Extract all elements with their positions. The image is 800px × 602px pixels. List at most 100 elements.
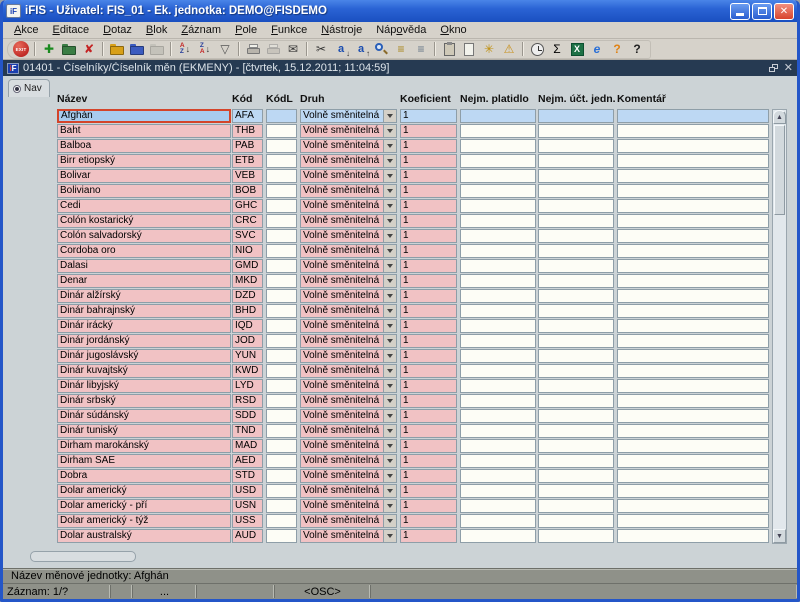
- druh-dropdown-button[interactable]: [383, 485, 396, 497]
- cell-koeficient[interactable]: 1: [400, 214, 457, 228]
- druh-dropdown-button[interactable]: [383, 230, 396, 242]
- cell-komentar[interactable]: [617, 139, 769, 153]
- scroll-down-button[interactable]: ▼: [773, 529, 786, 543]
- druh-dropdown-button[interactable]: [383, 185, 396, 197]
- cell-nejm-uct-jedn[interactable]: [538, 289, 614, 303]
- filter-icon[interactable]: ▽: [215, 41, 235, 58]
- cell-nejm-uct-jedn[interactable]: [538, 229, 614, 243]
- maximize-button[interactable]: [752, 3, 772, 20]
- cell-kodl[interactable]: [266, 424, 297, 438]
- cell-koeficient[interactable]: 1: [400, 229, 457, 243]
- druh-dropdown-button[interactable]: [383, 125, 396, 137]
- druh-combobox[interactable]: Volně směnitelná: [300, 124, 397, 138]
- cell-nejm-uct-jedn[interactable]: [538, 124, 614, 138]
- druh-dropdown-button[interactable]: [383, 275, 396, 287]
- druh-dropdown-button[interactable]: [383, 110, 396, 122]
- cell-kod[interactable]: MKD: [232, 274, 263, 288]
- cell-kodl[interactable]: [266, 394, 297, 408]
- cell-komentar[interactable]: [617, 529, 769, 543]
- cell-kod[interactable]: CRC: [232, 214, 263, 228]
- cell-komentar[interactable]: [617, 274, 769, 288]
- cell-koeficient[interactable]: 1: [400, 529, 457, 543]
- cell-koeficient[interactable]: 1: [400, 139, 457, 153]
- cell-kodl[interactable]: [266, 184, 297, 198]
- cell-nejm-platidlo[interactable]: [460, 289, 536, 303]
- cell-kod[interactable]: BHD: [232, 304, 263, 318]
- druh-combobox[interactable]: Volně směnitelná: [300, 334, 397, 348]
- cell-kodl[interactable]: [266, 379, 297, 393]
- clock-icon[interactable]: [527, 41, 547, 58]
- star-icon[interactable]: ✳: [479, 41, 499, 58]
- druh-combobox[interactable]: Volně směnitelná: [300, 274, 397, 288]
- cell-nejm-platidlo[interactable]: [460, 139, 536, 153]
- cell-kod[interactable]: SVC: [232, 229, 263, 243]
- druh-dropdown-button[interactable]: [383, 155, 396, 167]
- cell-kod[interactable]: THB: [232, 124, 263, 138]
- druh-dropdown-button[interactable]: [383, 215, 396, 227]
- cell-nazev[interactable]: Baht: [57, 124, 231, 138]
- cell-nazev[interactable]: Colón kostarický: [57, 214, 231, 228]
- cell-nejm-uct-jedn[interactable]: [538, 244, 614, 258]
- cell-kodl[interactable]: [266, 499, 297, 513]
- print-icon[interactable]: [243, 41, 263, 58]
- menu-item-akce[interactable]: Akce: [7, 23, 45, 37]
- druh-dropdown-button[interactable]: [383, 200, 396, 212]
- cell-kodl[interactable]: [266, 304, 297, 318]
- cell-nazev[interactable]: Dinár jordánský: [57, 334, 231, 348]
- new-record-icon[interactable]: ✚: [39, 41, 59, 58]
- cell-nazev[interactable]: Afghán: [57, 109, 231, 123]
- cell-kodl[interactable]: [266, 319, 297, 333]
- cell-koeficient[interactable]: 1: [400, 304, 457, 318]
- cell-koeficient[interactable]: 1: [400, 439, 457, 453]
- druh-combobox[interactable]: Volně směnitelná: [300, 244, 397, 258]
- cell-koeficient[interactable]: 1: [400, 199, 457, 213]
- druh-combobox[interactable]: Volně směnitelná: [300, 154, 397, 168]
- druh-dropdown-button[interactable]: [383, 245, 396, 257]
- scroll-thumb[interactable]: [774, 125, 785, 215]
- cell-nejm-platidlo[interactable]: [460, 109, 536, 123]
- cell-nejm-uct-jedn[interactable]: [538, 349, 614, 363]
- cell-kod[interactable]: USD: [232, 484, 263, 498]
- cell-nejm-platidlo[interactable]: [460, 514, 536, 528]
- cell-kod[interactable]: LYD: [232, 379, 263, 393]
- menu-item-dotaz[interactable]: Dotaz: [96, 23, 139, 37]
- cell-nazev[interactable]: Cedi: [57, 199, 231, 213]
- cell-koeficient[interactable]: 1: [400, 514, 457, 528]
- cell-nejm-uct-jedn[interactable]: [538, 259, 614, 273]
- menu-item-nastroje[interactable]: Nástroje: [314, 23, 369, 37]
- cell-koeficient[interactable]: 1: [400, 409, 457, 423]
- druh-combobox[interactable]: Volně směnitelná: [300, 379, 397, 393]
- cell-kodl[interactable]: [266, 529, 297, 543]
- cell-nejm-uct-jedn[interactable]: [538, 184, 614, 198]
- druh-dropdown-button[interactable]: [383, 380, 396, 392]
- nav-tab[interactable]: Nav: [8, 79, 50, 97]
- cell-koeficient[interactable]: 1: [400, 394, 457, 408]
- cell-komentar[interactable]: [617, 379, 769, 393]
- cell-koeficient[interactable]: 1: [400, 124, 457, 138]
- cell-kod[interactable]: TND: [232, 424, 263, 438]
- druh-dropdown-button[interactable]: [383, 470, 396, 482]
- druh-combobox[interactable]: Volně směnitelná: [300, 469, 397, 483]
- druh-combobox[interactable]: Volně směnitelná: [300, 499, 397, 513]
- sort-ascending-icon[interactable]: AZ↓: [175, 41, 195, 58]
- cell-nejm-uct-jedn[interactable]: [538, 424, 614, 438]
- cell-nejm-uct-jedn[interactable]: [538, 169, 614, 183]
- cell-koeficient[interactable]: 1: [400, 469, 457, 483]
- cell-kod[interactable]: BOB: [232, 184, 263, 198]
- cell-nazev[interactable]: Dinár jugoslávský: [57, 349, 231, 363]
- cell-nazev[interactable]: Dinár alžírský: [57, 289, 231, 303]
- cell-nejm-uct-jedn[interactable]: [538, 304, 614, 318]
- cell-kod[interactable]: KWD: [232, 364, 263, 378]
- vertical-scrollbar[interactable]: ▲ ▼: [772, 109, 787, 544]
- cell-nazev[interactable]: Birr etiopský: [57, 154, 231, 168]
- cell-nazev[interactable]: Balboa: [57, 139, 231, 153]
- druh-dropdown-button[interactable]: [383, 455, 396, 467]
- cell-nejm-platidlo[interactable]: [460, 199, 536, 213]
- druh-dropdown-button[interactable]: [383, 530, 396, 542]
- cell-nejm-uct-jedn[interactable]: [538, 139, 614, 153]
- cell-komentar[interactable]: [617, 364, 769, 378]
- cell-kodl[interactable]: [266, 274, 297, 288]
- cell-nazev[interactable]: Dinár libyjský: [57, 379, 231, 393]
- cell-nejm-platidlo[interactable]: [460, 334, 536, 348]
- about-icon[interactable]: ?: [607, 41, 627, 58]
